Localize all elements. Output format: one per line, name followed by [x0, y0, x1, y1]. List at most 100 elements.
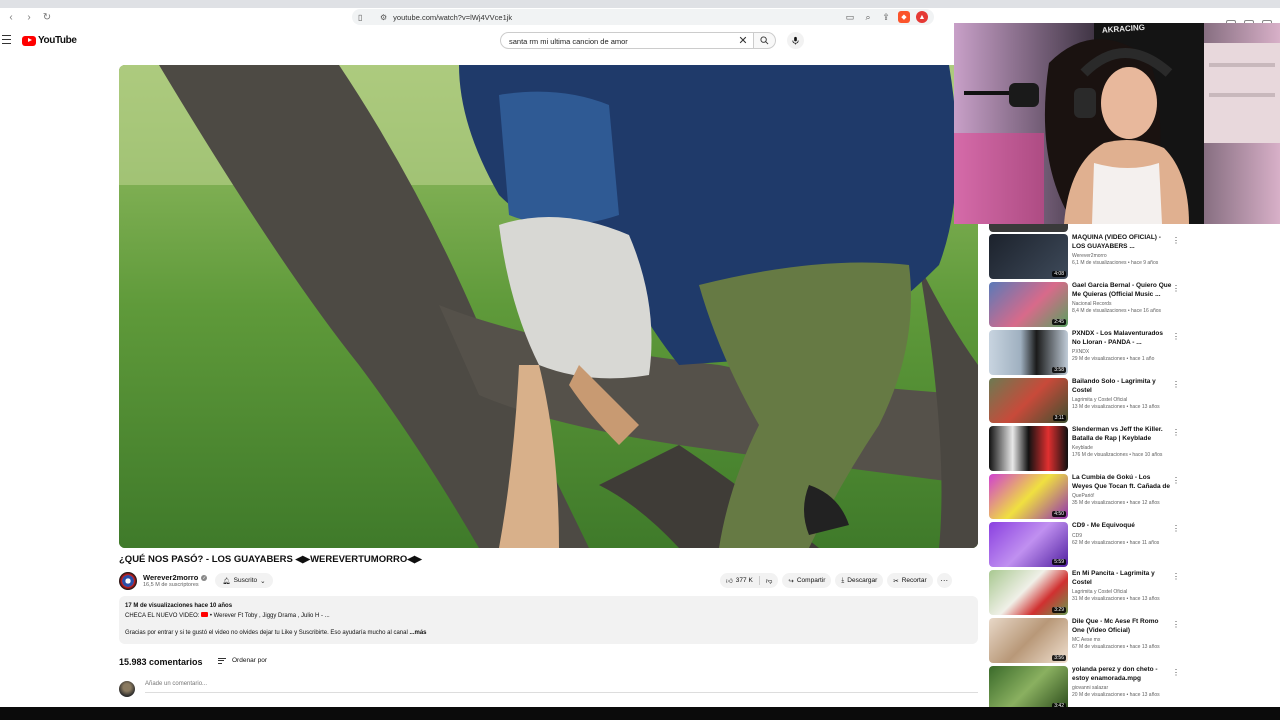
recommendation-meta: 31 M de visualizaciones • hace 13 años — [1072, 596, 1160, 602]
search-input[interactable]: santa rm mi ultima cancion de amor — [500, 32, 754, 49]
recommendation-channel: Nacional Records — [1072, 301, 1112, 307]
description-link[interactable]: • Werever Ft Toby , Jiggy Drama , Julio … — [210, 613, 330, 619]
kebab-menu-icon[interactable]: ⋮ — [1172, 380, 1180, 389]
recommendation-info: Dile Que - Mc Aese Ft Romo One (Video Of… — [1072, 618, 1172, 650]
recommendation-channel: PXNDX — [1072, 349, 1090, 355]
kebab-menu-icon[interactable]: ⋮ — [1172, 668, 1180, 677]
address-bar-actions: ▭ ⌕ ⇪ ◆ ▲ — [844, 9, 928, 25]
screen: ‹ › ↻ ▯ ⚙ youtube.com/watch?v=lWj4VVce1j… — [0, 0, 1280, 720]
recommendation-thumbnail: 3:11 — [989, 378, 1068, 423]
description-text: Gracias por entrar y si te gustó el vide… — [125, 630, 408, 636]
menu-icon[interactable] — [2, 35, 11, 44]
reload-icon[interactable]: ↻ — [40, 10, 54, 24]
video-duration: 4:50 — [1052, 511, 1066, 517]
site-info-icon[interactable]: ⚙ — [380, 13, 387, 22]
back-icon[interactable]: ‹ — [4, 10, 18, 24]
youtube-logo[interactable]: YouTube — [22, 35, 77, 46]
screen-cast-icon[interactable]: ▭ — [844, 11, 856, 23]
video-duration: 3:11 — [1052, 415, 1066, 421]
description-box[interactable]: 17 M de visualizaciones hace 10 años CHE… — [119, 596, 978, 644]
recommendation-item[interactable]: 4:50 La Cumbia de Gokú - Los Weyes Que T… — [989, 474, 1189, 519]
share-page-icon[interactable]: ⇪ — [880, 11, 892, 23]
add-comment-input[interactable]: Añade un comentario... — [145, 681, 978, 693]
subscriber-count: 16,5 M de suscriptores — [143, 582, 199, 588]
like-button[interactable]: 👍︎ 377 K — [720, 573, 759, 588]
thumbs-up-icon: 👍︎ — [726, 577, 733, 585]
recommendation-item[interactable]: 5:59 CD9 - Me Equivoqué CD9 62 M de visu… — [989, 522, 1189, 567]
recommendation-item[interactable]: 2:45 Gael Garcia Bernal - Quiero Que Me … — [989, 282, 1189, 327]
dislike-button[interactable]: 👎︎ — [760, 573, 779, 588]
bell-icon: 🔔︎ — [222, 577, 231, 585]
channel-name-link[interactable]: Werever2morro ✓ — [143, 573, 208, 582]
download-button[interactable]: ⤓ Descargar — [835, 573, 884, 588]
recommendation-thumbnail: 3:56 — [989, 618, 1068, 663]
sidebar-partial-thumbnail[interactable] — [989, 224, 1068, 232]
kebab-menu-icon[interactable]: ⋮ — [1172, 284, 1180, 293]
recommendation-item[interactable]: Slenderman vs Jeff the Killer. Batalla d… — [989, 426, 1189, 471]
webcam-overlay: AKRACING — [954, 23, 1280, 224]
recommendation-meta: 8,4 M de visualizaciones • hace 16 años — [1072, 308, 1162, 314]
description-prefix: CHECA EL NUEVO VIDEO: — [125, 612, 200, 619]
like-count: 377 K — [735, 577, 753, 584]
recommendation-meta: 176 M de visualizaciones • hace 10 años — [1072, 452, 1163, 458]
forward-icon[interactable]: › — [22, 10, 36, 24]
recommendation-thumbnail: 4:08 — [989, 234, 1068, 279]
recommendation-meta: 20 M de visualizaciones • hace 13 años — [1072, 692, 1160, 698]
browser-tab-strip — [0, 0, 1280, 8]
recommendation-channel: Keyblade — [1072, 445, 1093, 451]
download-icon: ⤓ — [841, 576, 845, 584]
kebab-menu-icon[interactable]: ⋮ — [1172, 620, 1180, 629]
youtube-play-icon — [22, 35, 36, 46]
youtube-badge-icon — [201, 612, 209, 618]
verified-icon: ✓ — [201, 574, 208, 581]
recommendation-thumbnail: 3:29 — [989, 570, 1068, 615]
sort-label: Ordenar por — [232, 657, 268, 664]
video-duration: 2:45 — [1052, 319, 1066, 325]
recommendation-item[interactable]: 3:42 yolanda perez y don cheto - estoy e… — [989, 666, 1189, 711]
recommendation-item[interactable]: 3:11 Bailando Solo - Lagrimita y Costel … — [989, 378, 1189, 423]
video-player[interactable] — [119, 65, 978, 548]
clear-search-icon[interactable]: ✕ — [736, 32, 750, 49]
video-duration: 5:59 — [1052, 559, 1066, 565]
kebab-menu-icon[interactable]: ⋮ — [1172, 572, 1180, 581]
sort-comments-button[interactable]: Ordenar por — [218, 657, 267, 664]
zoom-icon[interactable]: ⌕ — [862, 11, 874, 23]
recommendation-item[interactable]: 3:56 Dile Que - Mc Aese Ft Romo One (Vid… — [989, 618, 1189, 663]
recommendation-thumbnail: 5:59 — [989, 522, 1068, 567]
more-actions-button[interactable]: ··· — [936, 573, 952, 588]
description-line-1: CHECA EL NUEVO VIDEO: • Werever Ft Toby … — [125, 612, 972, 622]
thumbs-down-icon: 👎︎ — [765, 577, 773, 585]
recommendation-thumbnail: 4:50 — [989, 474, 1068, 519]
video-duration: 3:29 — [1052, 607, 1066, 613]
show-more-link[interactable]: ...más — [409, 630, 426, 636]
kebab-menu-icon[interactable]: ⋮ — [1172, 428, 1180, 437]
bookmark-icon[interactable]: ▯ — [358, 13, 366, 22]
video-actions: 👍︎ 377 K 👎︎ ↪ Compartir ⤓ Descargar ✂ Re… — [720, 573, 952, 588]
recommendation-meta: 35 M de visualizaciones • hace 12 años — [1072, 500, 1160, 506]
recommendation-item[interactable]: 3:58 PXNDX - Los Malaventurados No Llora… — [989, 330, 1189, 375]
share-button[interactable]: ↪ Compartir — [782, 573, 832, 588]
recommendation-thumbnail: 2:45 — [989, 282, 1068, 327]
video-duration: 3:56 — [1052, 655, 1066, 661]
kebab-menu-icon[interactable]: ⋮ — [1172, 332, 1180, 341]
recommendation-meta: 67 M de visualizaciones • hace 13 años — [1072, 644, 1160, 650]
recommendation-channel: Lagrimita y Costel Oficial — [1072, 589, 1128, 595]
voice-search-button[interactable] — [787, 32, 804, 49]
recommendation-title: Dile Que - Mc Aese Ft Romo One (Video Of… — [1072, 618, 1159, 634]
channel-avatar[interactable] — [119, 572, 137, 590]
clip-button[interactable]: ✂ Recortar — [887, 573, 933, 588]
video-duration: 3:58 — [1052, 367, 1066, 373]
like-dislike-group: 👍︎ 377 K 👎︎ — [720, 573, 779, 588]
brave-shield-icon[interactable]: ◆ — [898, 11, 910, 23]
recommendation-item[interactable]: 3:29 En Mi Pancita - Lagrimita y Costel … — [989, 570, 1189, 615]
rewards-icon[interactable]: ▲ — [916, 11, 928, 23]
recommendation-item[interactable]: 4:08 MAQUINA (VIDEO OFICIAL) - LOS GUAYA… — [989, 234, 1189, 279]
recommendation-info: yolanda perez y don cheto - estoy enamor… — [1072, 666, 1172, 698]
kebab-menu-icon[interactable]: ⋮ — [1172, 236, 1180, 245]
channel-name: Werever2morro — [143, 573, 199, 582]
subscribed-button[interactable]: 🔔︎ Suscrito ⌄ — [215, 573, 273, 588]
kebab-menu-icon[interactable]: ⋮ — [1172, 524, 1180, 533]
kebab-menu-icon[interactable]: ⋮ — [1172, 476, 1180, 485]
search-button[interactable] — [754, 32, 776, 49]
